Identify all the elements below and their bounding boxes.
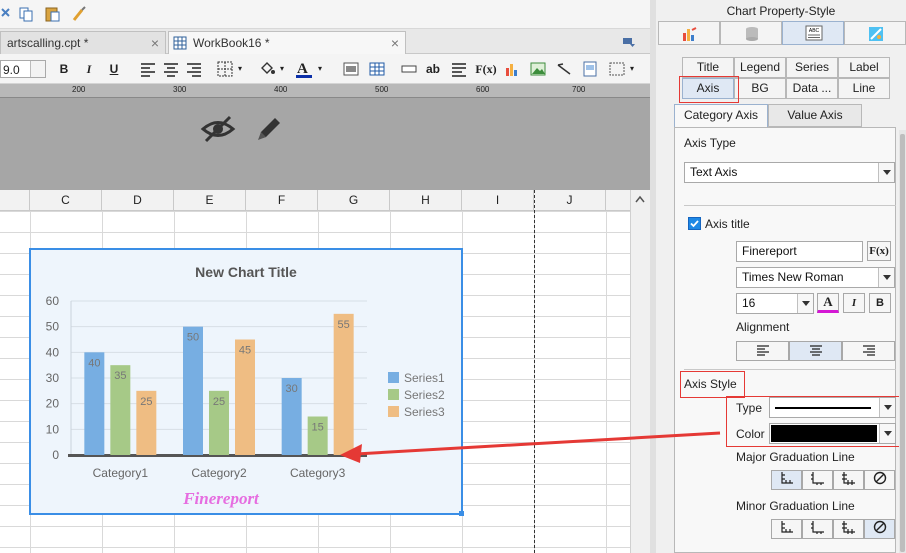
annotation-arrow	[340, 431, 721, 463]
app-root: artscalling.cpt * × WorkBook16 * × 9.0 B…	[0, 0, 906, 553]
